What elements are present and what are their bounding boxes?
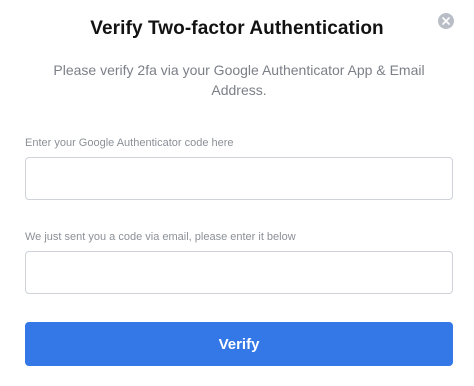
authenticator-code-label: Enter your Google Authenticator code her… <box>25 137 234 149</box>
email-code-label: We just sent you a code via email, pleas… <box>25 231 296 243</box>
close-icon <box>442 17 450 25</box>
close-button[interactable] <box>438 13 454 29</box>
verify-button[interactable]: Verify <box>25 322 453 366</box>
dialog-subtitle: Please verify 2fa via your Google Authen… <box>53 62 425 98</box>
email-code-input[interactable] <box>25 251 453 294</box>
two-factor-dialog: Verify Two-factor Authentication Please … <box>0 0 474 386</box>
authenticator-code-input[interactable] <box>25 157 453 200</box>
dialog-title: Verify Two-factor Authentication <box>90 18 384 39</box>
